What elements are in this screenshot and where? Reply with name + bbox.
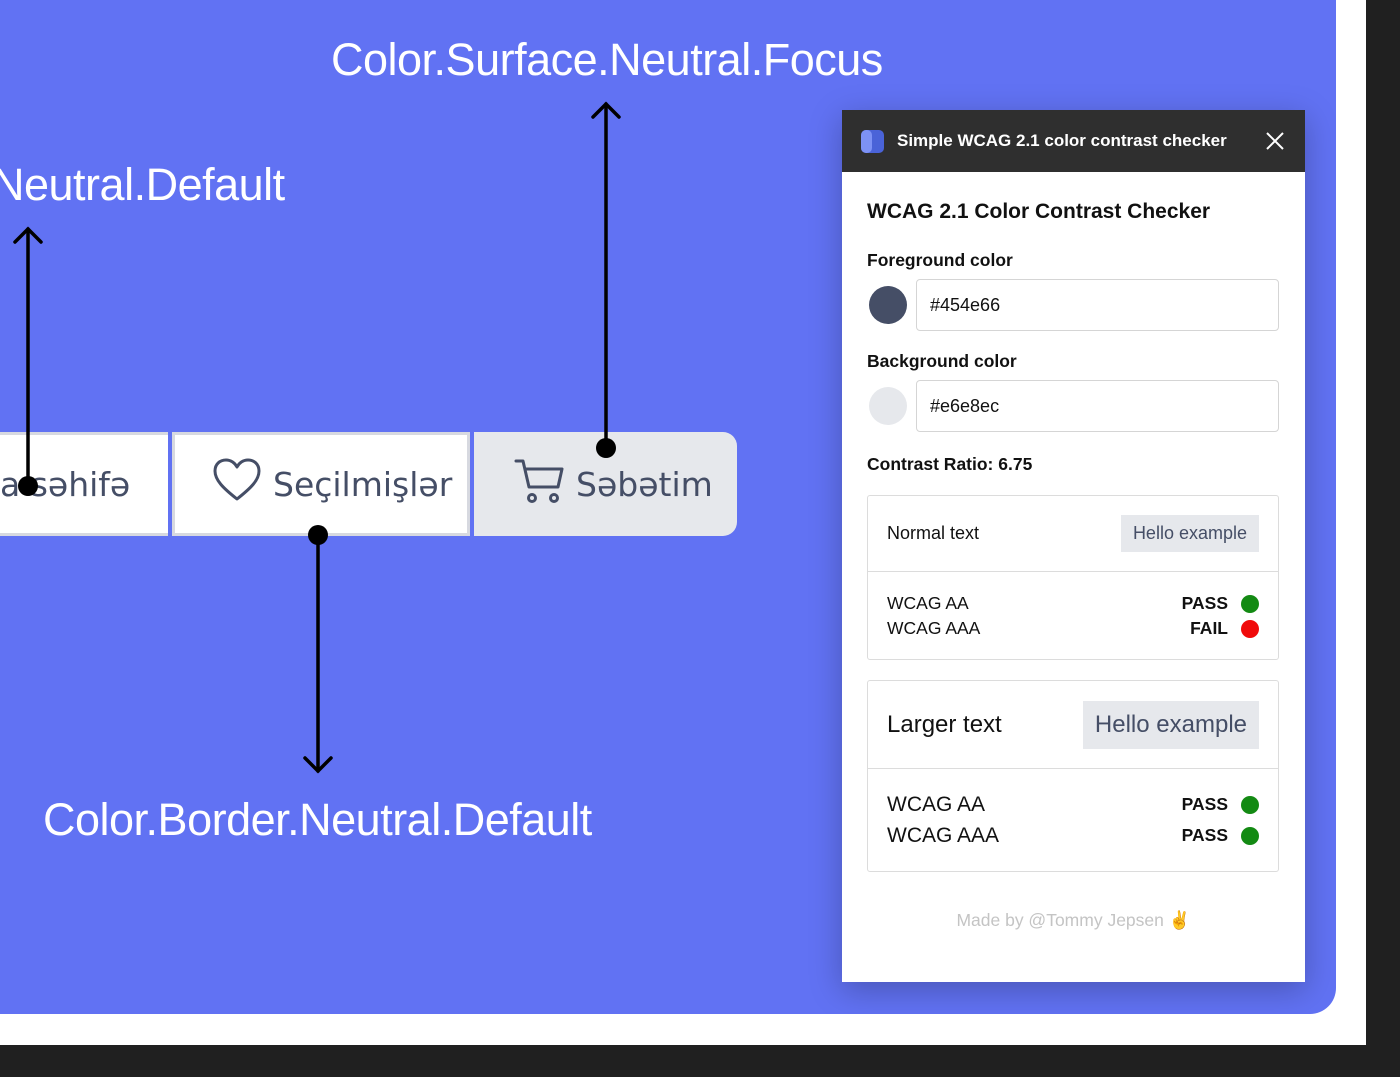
large-aaa-label: WCAG AAA [887,823,1000,847]
normal-aaa-label: WCAG AAA [887,618,981,638]
background-color-input[interactable] [916,380,1279,432]
normal-text-card: Normal text Hello example WCAG AA PASS W… [867,495,1279,660]
background-color-swatch[interactable] [869,387,907,425]
popup-titlebar: Simple WCAG 2.1 color contrast checker [842,110,1305,172]
right-gutter [1366,0,1400,1077]
normal-aaa-row: WCAG AAA FAIL [887,616,1259,641]
large-aa-result: PASS [1181,794,1228,814]
popup-title: Simple WCAG 2.1 color contrast checker [897,131,1227,150]
close-icon [1266,132,1284,150]
border-arrow-dot [308,525,328,545]
focus-arrow [591,101,621,450]
close-button[interactable] [1245,110,1305,172]
contrast-checker-popup: Simple WCAG 2.1 color contrast checker W… [842,110,1305,982]
focus-arrow-dot [596,438,616,458]
contrast-ratio: Contrast Ratio: 6.75 [867,454,1033,474]
larger-text-label: Larger text [887,710,1002,738]
pass-indicator-icon [1241,594,1259,613]
large-aa-row: WCAG AA PASS [887,789,1259,820]
foreground-color-input[interactable] [916,279,1279,331]
bottom-gutter [0,1045,1400,1077]
default-arrow [13,226,43,488]
large-aaa-result: PASS [1181,825,1228,845]
design-canvas: Color.Surface.Neutral.Focus Neutral.Defa… [0,0,1336,1014]
normal-text-preview-row: Normal text Hello example [868,496,1278,572]
footer-credit[interactable]: Made by @Tommy Jepsen ✌️ [867,910,1280,931]
border-arrow [303,533,333,774]
popup-body: WCAG 2.1 Color Contrast Checker Foregrou… [842,200,1305,931]
normal-text-label: Normal text [887,523,980,543]
normal-text-results: WCAG AA PASS WCAG AAA FAIL [868,572,1278,659]
extension-logo-icon [860,129,885,154]
normal-aa-label: WCAG AA [887,593,969,613]
normal-aa-row: WCAG AA PASS [887,591,1259,616]
foreground-color-label: Foreground color [867,250,1013,270]
foreground-color-swatch[interactable] [869,286,907,324]
fail-indicator-icon [1241,619,1259,638]
foreground-color-row [867,279,1280,331]
larger-text-preview-row: Larger text Hello example [868,681,1278,769]
popup-heading: WCAG 2.1 Color Contrast Checker [867,200,1211,223]
pass-indicator-icon [1241,826,1259,845]
normal-text-example: Hello example [1120,515,1259,552]
normal-aa-result: PASS [1181,593,1228,613]
pass-indicator-icon [1241,795,1259,814]
large-aaa-row: WCAG AAA PASS [887,820,1259,851]
larger-text-card: Larger text Hello example WCAG AA PASS W… [867,680,1279,872]
background-color-label: Background color [867,351,1017,371]
background-color-row [867,380,1280,432]
normal-aaa-result: FAIL [1190,618,1228,638]
default-arrow-dot [18,476,38,496]
larger-text-results: WCAG AA PASS WCAG AAA PASS [868,769,1278,871]
larger-text-example: Hello example [1082,700,1259,749]
large-aa-label: WCAG AA [887,792,986,816]
